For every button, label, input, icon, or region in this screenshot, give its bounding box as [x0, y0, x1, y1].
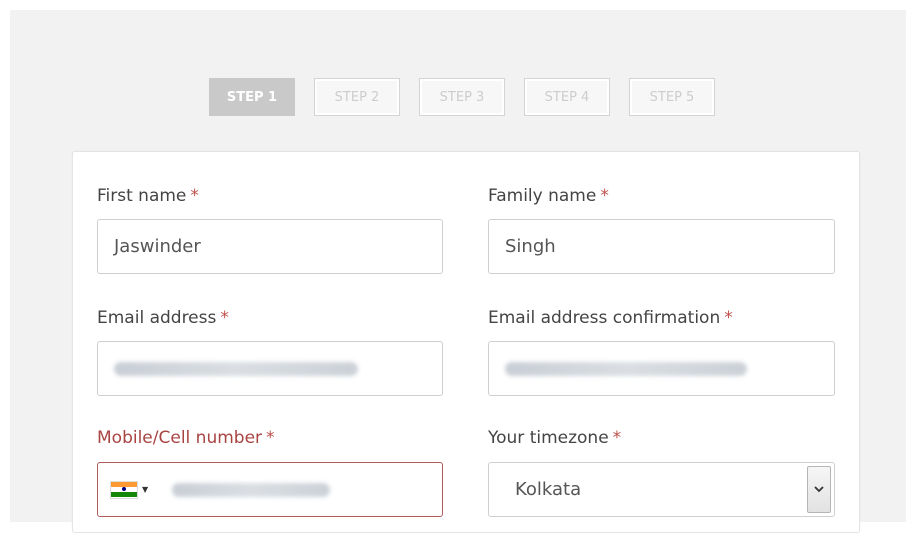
timezone-value: Kolkata: [515, 479, 582, 500]
form-card: First name * Jaswinder Family name * Singh…: [72, 151, 860, 533]
family-name-label: Family name *: [488, 186, 609, 206]
country-code-selector[interactable]: ▼: [110, 480, 149, 499]
first-name-label: First name *: [97, 186, 199, 206]
redacted-mobile-value: [172, 482, 331, 497]
required-marker: *: [220, 308, 229, 328]
step-3: STEP 3: [419, 78, 505, 116]
first-name-label-text: First name: [97, 186, 187, 206]
india-flag-icon: [110, 480, 138, 499]
step-1: STEP 1: [209, 78, 295, 116]
family-name-value: Singh: [505, 236, 556, 257]
email-input[interactable]: [97, 341, 443, 396]
family-name-input[interactable]: Singh: [488, 219, 835, 274]
step-4: STEP 4: [524, 78, 610, 116]
mobile-label: Mobile/Cell number *: [97, 428, 275, 448]
email-confirm-label-text: Email address confirmation: [488, 308, 721, 328]
email-confirm-label: Email address confirmation *: [488, 308, 733, 328]
required-marker: *: [190, 186, 199, 206]
timezone-select[interactable]: Kolkata: [488, 462, 835, 517]
email-label: Email address *: [97, 308, 229, 328]
required-marker: *: [600, 186, 609, 206]
step-5: STEP 5: [629, 78, 715, 116]
required-marker: *: [724, 308, 733, 328]
redacted-email-value: [114, 361, 358, 376]
chevron-down-icon: [814, 486, 824, 493]
step-2: STEP 2: [314, 78, 400, 116]
family-name-label-text: Family name: [488, 186, 597, 206]
timezone-dropdown-button[interactable]: [807, 466, 831, 513]
redacted-email-confirm-value: [505, 361, 747, 376]
first-name-value: Jaswinder: [114, 236, 201, 257]
timezone-label: Your timezone *: [488, 428, 621, 448]
email-confirm-input[interactable]: [488, 341, 835, 396]
timezone-label-text: Your timezone: [488, 428, 609, 448]
required-marker: *: [266, 428, 275, 448]
email-label-text: Email address: [97, 308, 217, 328]
mobile-label-text: Mobile/Cell number: [97, 428, 263, 448]
first-name-input[interactable]: Jaswinder: [97, 219, 443, 274]
step-indicator: STEP 1 STEP 2 STEP 3 STEP 4 STEP 5: [209, 78, 715, 116]
required-marker: *: [612, 428, 622, 448]
mobile-input[interactable]: ▼: [97, 462, 443, 517]
caret-down-icon: ▼: [142, 485, 149, 494]
